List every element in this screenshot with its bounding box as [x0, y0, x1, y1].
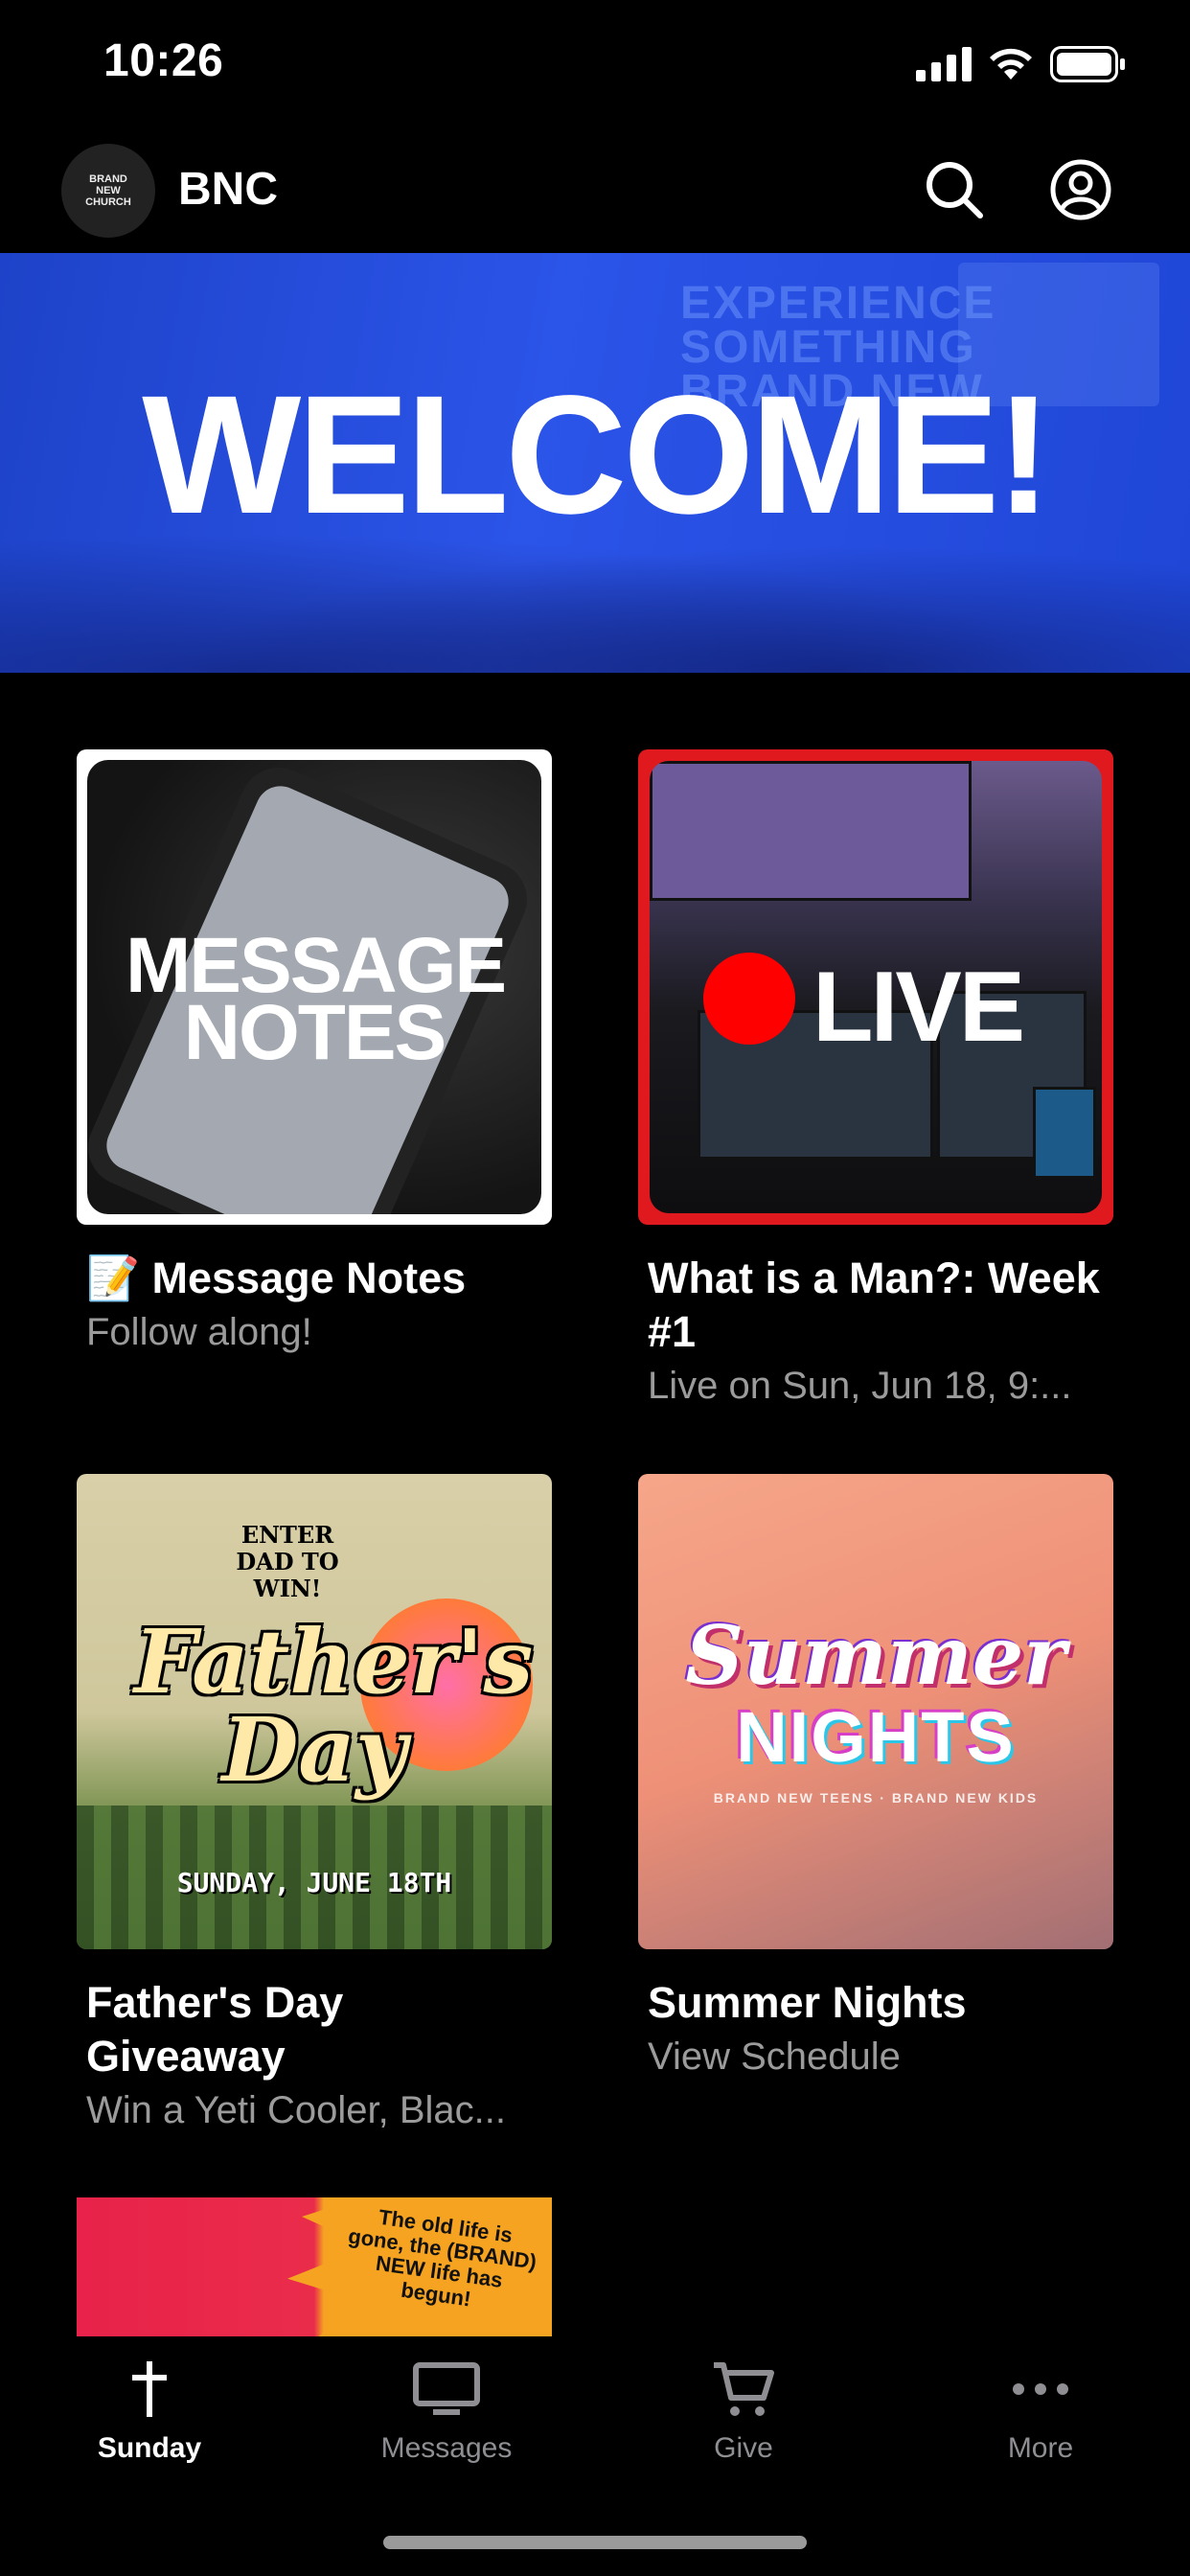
message-notes-thumbnail: MESSAGE NOTES — [77, 749, 552, 1225]
tab-label: More — [1007, 2432, 1074, 2464]
wifi-icon — [990, 48, 1032, 80]
cart-icon — [714, 2362, 774, 2416]
battery-icon — [1050, 46, 1125, 82]
thumbnail-top-text: ENTER DAD TO WIN! — [236, 1521, 339, 1602]
tab-more[interactable]: More — [945, 2354, 1136, 2478]
banner-title: WELCOME! — [142, 361, 1052, 549]
profile-icon — [1050, 159, 1111, 220]
thumbnail-title: Father's Day — [134, 1610, 534, 1802]
thumbnail-line2: NIGHTS — [736, 1697, 1016, 1777]
thumbnail-text: MESSAGE NOTES — [126, 922, 507, 1076]
card-title: 📝 Message Notes — [86, 1254, 467, 1302]
card-new-life[interactable]: The old life is gone, the (BRAND) NEW li… — [77, 2197, 552, 2337]
signal-icon — [916, 47, 972, 81]
welcome-banner[interactable]: EXPERIENCE SOMETHING BRAND NEW WELCOME! — [0, 253, 1190, 673]
thumbnail-logos: BRAND NEW TEENS · BRAND NEW KIDS — [713, 1790, 1039, 1806]
church-logo[interactable]: BRAND NEW CHURCH — [61, 144, 155, 238]
phone-photo: MESSAGE NOTES — [87, 760, 541, 1214]
tab-label: Give — [714, 2432, 773, 2464]
card-fathers-day[interactable]: ENTER DAD TO WIN! Father's Day SUNDAY, J… — [77, 1474, 552, 2137]
card-message-notes[interactable]: MESSAGE NOTES 📝 Message Notes Follow alo… — [77, 749, 552, 1359]
cross-icon — [132, 2361, 167, 2417]
tab-give[interactable]: Give — [648, 2354, 839, 2478]
search-icon — [927, 162, 983, 218]
tv-icon — [413, 2362, 480, 2415]
status-time: 10:26 — [103, 35, 224, 86]
tab-messages[interactable]: Messages — [351, 2354, 542, 2478]
tab-label: Messages — [380, 2432, 513, 2464]
summer-nights-thumbnail: Summer NIGHTS BRAND NEW TEENS · BRAND NE… — [638, 1474, 1113, 1949]
card-subtitle: View Schedule — [648, 2036, 901, 2078]
card-subtitle: Follow along! — [86, 1311, 312, 1353]
search-button[interactable] — [918, 153, 991, 226]
logo-text: BRAND NEW CHURCH — [85, 173, 131, 208]
card-subtitle: Live on Sun, Jun 18, 9:... — [648, 1365, 1072, 1407]
card-live[interactable]: LIVE What is a Man?: Week #1 Live on Sun… — [638, 749, 1113, 1413]
thumbnail-text: LIVE — [812, 952, 1025, 1063]
live-dot-icon — [703, 953, 795, 1045]
card-summer-nights[interactable]: Summer NIGHTS BRAND NEW TEENS · BRAND NE… — [638, 1474, 1113, 2083]
status-icons — [916, 46, 1127, 82]
profile-button[interactable] — [1044, 153, 1117, 226]
card-title: Father's Day Giveaway — [86, 1978, 344, 2081]
ellipsis-icon — [1013, 2383, 1068, 2395]
app-header: BRAND NEW CHURCH BNC — [0, 134, 1190, 253]
home-indicator[interactable] — [383, 2536, 807, 2549]
status-bar: 10:26 — [0, 0, 1190, 129]
card-title: Summer Nights — [648, 1978, 967, 2027]
studio-photo: LIVE — [650, 761, 1102, 1213]
thumbnail-line1: Summer — [685, 1608, 1066, 1703]
tab-sunday[interactable]: Sunday — [54, 2354, 245, 2478]
tab-label: Sunday — [97, 2432, 202, 2464]
card-subtitle: Win a Yeti Cooler, Blac... — [86, 2089, 507, 2131]
thumbnail-date: SUNDAY, JUNE 18TH — [176, 1867, 452, 1898]
card-title: What is a Man?: Week #1 — [648, 1254, 1100, 1356]
fathers-day-thumbnail: ENTER DAD TO WIN! Father's Day SUNDAY, J… — [77, 1474, 552, 1949]
live-thumbnail: LIVE — [638, 749, 1113, 1225]
app-title: BNC — [178, 164, 278, 215]
